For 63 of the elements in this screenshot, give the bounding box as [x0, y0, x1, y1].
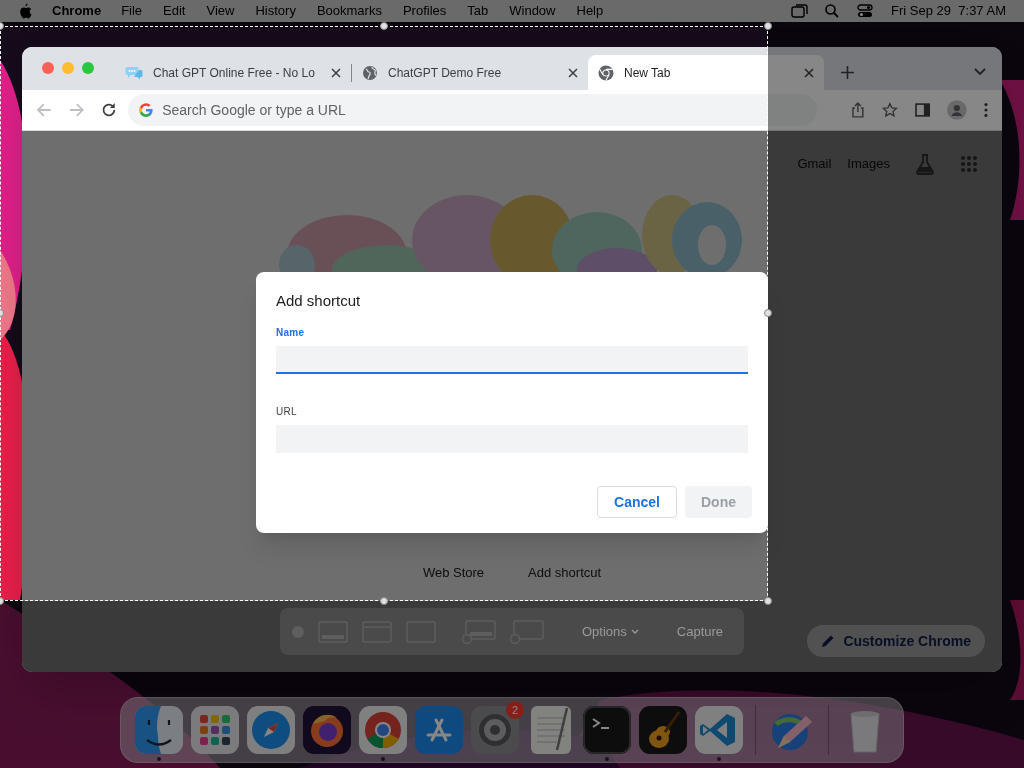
app-icon[interactable] — [471, 706, 519, 754]
app-icon[interactable] — [247, 706, 295, 754]
app-icon[interactable] — [135, 706, 183, 754]
app-icon[interactable] — [639, 706, 687, 754]
globe-icon — [362, 64, 378, 81]
profile-icon[interactable] — [947, 100, 968, 120]
resize-handle[interactable] — [764, 22, 772, 30]
browser-tab[interactable]: New Tab — [588, 55, 824, 90]
app-icon[interactable] — [359, 706, 407, 754]
menu-item[interactable]: History — [255, 1, 296, 21]
control-center-icon[interactable] — [857, 4, 874, 18]
app-icon[interactable] — [583, 706, 631, 754]
google-logo-icon — [139, 103, 154, 117]
dialog-button[interactable]: Cancel — [597, 486, 677, 518]
browser-tab[interactable]: Chat GPT Online Free - No Lo — [115, 55, 351, 90]
more-menu-icon[interactable] — [984, 102, 988, 118]
options-button[interactable]: Options — [582, 621, 639, 642]
resize-handle[interactable] — [764, 597, 772, 605]
menu-item[interactable]: Window — [509, 1, 556, 21]
apple-logo-icon[interactable] — [18, 3, 32, 19]
chat-bubble-icon — [125, 64, 143, 81]
resize-handle[interactable] — [380, 22, 388, 30]
windows-icon[interactable] — [791, 3, 810, 19]
app-icon[interactable] — [303, 706, 351, 754]
app-icon[interactable] — [695, 706, 743, 754]
chrome-logo-icon — [598, 64, 614, 81]
dialog-title: Add shortcut — [276, 291, 362, 311]
shortcut-label[interactable]: Web Store — [422, 563, 485, 583]
resize-handle[interactable] — [764, 309, 772, 317]
menu-item[interactable]: File — [121, 1, 143, 21]
close-tab-icon[interactable] — [804, 67, 814, 78]
star-icon[interactable] — [881, 102, 898, 118]
menu-item[interactable]: Help — [576, 1, 604, 21]
side-panel-icon[interactable] — [914, 103, 931, 117]
address-bar-placeholder: Search Google or type a URL — [162, 100, 346, 120]
shortcut-label[interactable]: Add shortcut — [528, 563, 602, 583]
app-menu[interactable]: Chrome — [52, 1, 102, 21]
menu-item[interactable]: View — [206, 1, 235, 21]
close-tab-icon[interactable] — [331, 67, 341, 78]
menu-item[interactable]: Bookmarks — [316, 1, 382, 21]
menu-item[interactable]: Edit — [163, 1, 186, 21]
close-window-button[interactable] — [42, 62, 54, 74]
share-icon[interactable] — [851, 102, 865, 118]
app-icon[interactable] — [415, 706, 463, 754]
caret-icon — [630, 629, 639, 634]
field-label: URL — [276, 404, 298, 419]
pencil-icon — [821, 634, 836, 648]
input-field[interactable] — [276, 345, 748, 374]
new-tab-icon[interactable] — [841, 66, 854, 79]
clock[interactable]: Fri Sep 29 7:37 AM — [891, 1, 1006, 21]
app-icon[interactable] — [191, 706, 239, 754]
browser-tab[interactable]: ChatGPT Demo Free — [352, 55, 588, 90]
reload-icon[interactable] — [101, 102, 118, 118]
address-bar[interactable]: Search Google or type a URL — [128, 94, 818, 126]
customize-chrome-button[interactable]: Customize Chrome — [807, 625, 985, 657]
close-tab-icon[interactable] — [568, 67, 578, 78]
search-icon[interactable] — [825, 4, 840, 18]
capture-button[interactable]: Capture — [676, 621, 724, 642]
field-label: Name — [276, 325, 306, 340]
resize-handle[interactable] — [380, 597, 388, 605]
menu-item[interactable]: Profiles — [402, 1, 447, 21]
menu-item[interactable]: Tab — [467, 1, 489, 21]
chevron-down-icon[interactable] — [974, 68, 986, 76]
